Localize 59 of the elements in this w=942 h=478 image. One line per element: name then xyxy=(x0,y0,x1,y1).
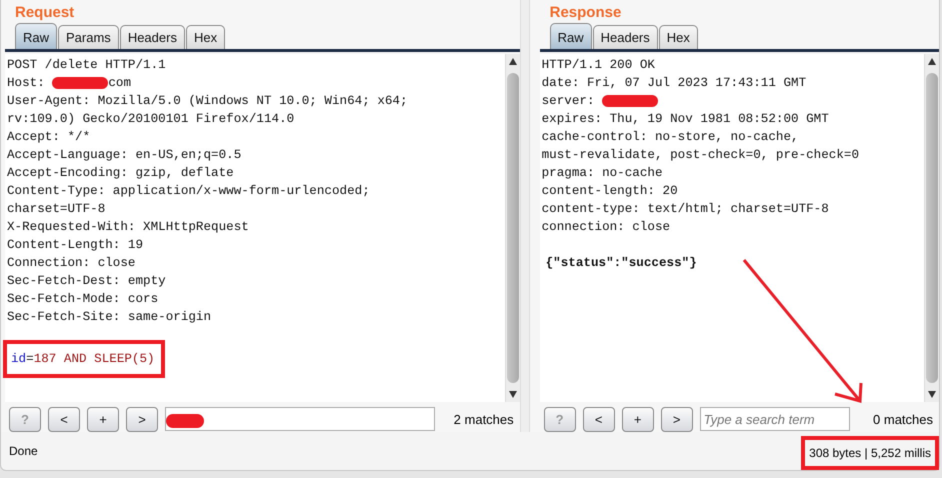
header-line: X-Requested-With: XMLHttpRequest xyxy=(7,219,250,236)
header-line: Sec-Fetch-Site: same-origin xyxy=(7,309,212,326)
match-count: 0 matches xyxy=(873,412,934,426)
header-line: content-length: 20 xyxy=(542,183,679,200)
header-line: Accept: */* xyxy=(7,129,92,146)
search-button[interactable]: > xyxy=(126,406,158,432)
header-name: Host: xyxy=(7,75,46,92)
tab[interactable]: Raw xyxy=(550,23,592,49)
tab[interactable]: Headers xyxy=(120,25,185,49)
status-text: Done xyxy=(9,444,38,458)
header-line: rv:109.0) Gecko/20100101 Firefox/114.0 xyxy=(7,111,296,128)
header-line: Accept-Encoding: gzip, deflate xyxy=(7,165,235,182)
header-line: Sec-Fetch-Dest: empty xyxy=(7,273,167,290)
search-button[interactable]: > xyxy=(660,406,693,432)
header-line: content-type: text/html; charset=UTF-8 xyxy=(542,201,830,218)
redaction-mark xyxy=(602,95,658,107)
scrollbar[interactable] xyxy=(924,54,940,402)
header-line: charset=UTF-8 xyxy=(7,201,106,218)
search-button[interactable]: + xyxy=(622,406,654,432)
header-line: HTTP/1.1 200 OK xyxy=(542,57,656,74)
scroll-down-icon[interactable] xyxy=(508,391,517,398)
header-line: expires: Thu, 19 Nov 1981 08:52:00 GMT xyxy=(542,111,830,128)
scroll-up-icon[interactable] xyxy=(508,58,517,65)
header-line: Accept-Language: en-US,en;q=0.5 xyxy=(7,147,242,164)
header-line: pragma: no-cache xyxy=(542,165,664,182)
scroll-up-icon[interactable] xyxy=(928,58,936,65)
header-line: Connection: close xyxy=(7,255,136,272)
header-line: Sec-Fetch-Mode: cors xyxy=(7,291,160,308)
header-line: cache-control: no-store, no-cache, xyxy=(542,129,800,146)
tab[interactable]: Hex xyxy=(186,25,226,49)
search-button[interactable]: < xyxy=(582,406,615,432)
header-line: date: Fri, 07 Jul 2023 17:43:11 GMT xyxy=(542,75,808,92)
panel-title: Response xyxy=(548,3,622,23)
header-line: Content-Type: application/x-www-form-urlencoded; xyxy=(7,183,371,200)
search-button[interactable]: + xyxy=(87,406,119,432)
body-line: {"status":"success"} xyxy=(546,255,697,272)
search-field[interactable]: Type a search term xyxy=(700,407,850,431)
header-value: com xyxy=(108,75,132,92)
scroll-down-icon[interactable] xyxy=(928,391,936,398)
scrollbar[interactable] xyxy=(504,54,520,402)
tab[interactable]: Headers xyxy=(592,25,658,49)
header-line: User-Agent: Mozilla/5.0 (Windows NT 10.0; Win64; x64; xyxy=(7,93,409,110)
search-field[interactable] xyxy=(165,407,435,431)
header-line: POST /delete HTTP/1.1 xyxy=(7,57,167,74)
header-line: Content-Length: 19 xyxy=(7,237,144,254)
text-editor[interactable] xyxy=(5,54,520,402)
response-stats: 308 bytes | 5,252 millis xyxy=(801,436,939,470)
redaction-mark xyxy=(52,77,108,89)
search-button[interactable]: < xyxy=(48,406,80,432)
header-line: must-revalidate, post-check=0, pre-check=0 xyxy=(542,147,860,164)
text-editor[interactable] xyxy=(540,54,940,402)
tab[interactable]: Raw xyxy=(15,23,58,49)
panel-title: Request xyxy=(14,3,76,23)
tab[interactable]: Hex xyxy=(658,25,698,49)
body-line: id=187 AND SLEEP(5) xyxy=(11,351,155,368)
tab[interactable]: Params xyxy=(58,25,119,49)
header-line: connection: close xyxy=(542,219,672,236)
match-count: 2 matches xyxy=(454,412,515,426)
header-name: server: xyxy=(542,93,596,110)
